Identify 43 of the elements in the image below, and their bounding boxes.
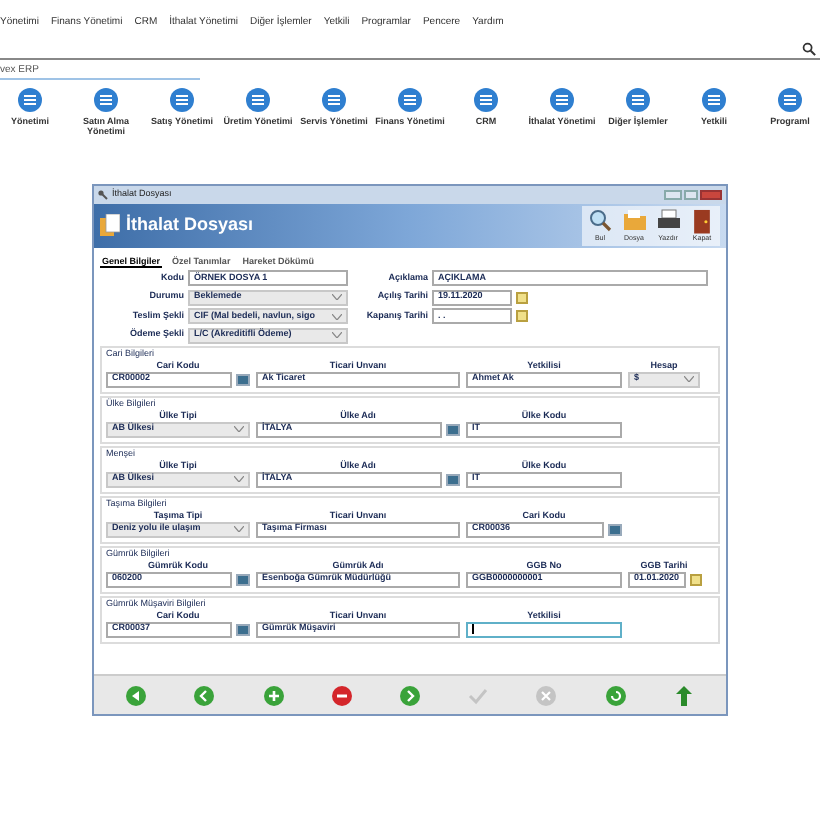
input-field[interactable] [466,621,622,637]
list-circle-icon [18,88,42,112]
folder-icon [621,208,647,232]
list-circle-icon [778,88,802,112]
minimize-button[interactable] [664,190,682,200]
caret-icon [332,332,342,338]
back-arrow-icon[interactable] [124,683,149,707]
list-circle-icon [398,88,422,112]
lookup-icon[interactable] [446,423,460,435]
key-icon [98,190,108,200]
list-circle-icon [246,88,270,112]
caret-icon [234,476,244,482]
list-circle-icon [170,88,194,112]
list-circle-icon [474,88,498,112]
caret-icon [684,376,694,382]
list-circle-icon [322,88,346,112]
refresh-icon[interactable] [603,683,628,707]
caret-icon [332,294,342,300]
delete-icon[interactable] [329,683,354,707]
lookup-icon[interactable] [608,523,622,535]
list-circle-icon [702,88,726,112]
caret-icon [332,313,342,319]
add-icon[interactable] [261,683,286,707]
next-icon[interactable] [397,683,422,707]
maximize-button[interactable] [684,190,698,200]
list-circle-icon [550,88,574,112]
list-circle-icon [94,88,118,112]
up-arrow-icon[interactable] [671,683,696,707]
search-icon[interactable] [802,42,816,56]
lookup-icon[interactable] [236,573,250,585]
caret-icon [234,526,244,532]
lookup-icon[interactable] [446,473,460,485]
list-circle-icon [626,88,650,112]
lookup-icon[interactable] [236,373,250,385]
caret-icon [234,426,244,432]
search-icon [588,208,612,232]
document-icon [100,214,120,238]
calendar-icon[interactable] [689,573,702,585]
lookup-icon[interactable] [236,623,250,635]
door-icon [692,208,712,234]
dialog-heading: İthalat Dosyası [126,212,254,239]
previous-icon[interactable] [192,683,217,707]
printer-icon [655,208,681,232]
